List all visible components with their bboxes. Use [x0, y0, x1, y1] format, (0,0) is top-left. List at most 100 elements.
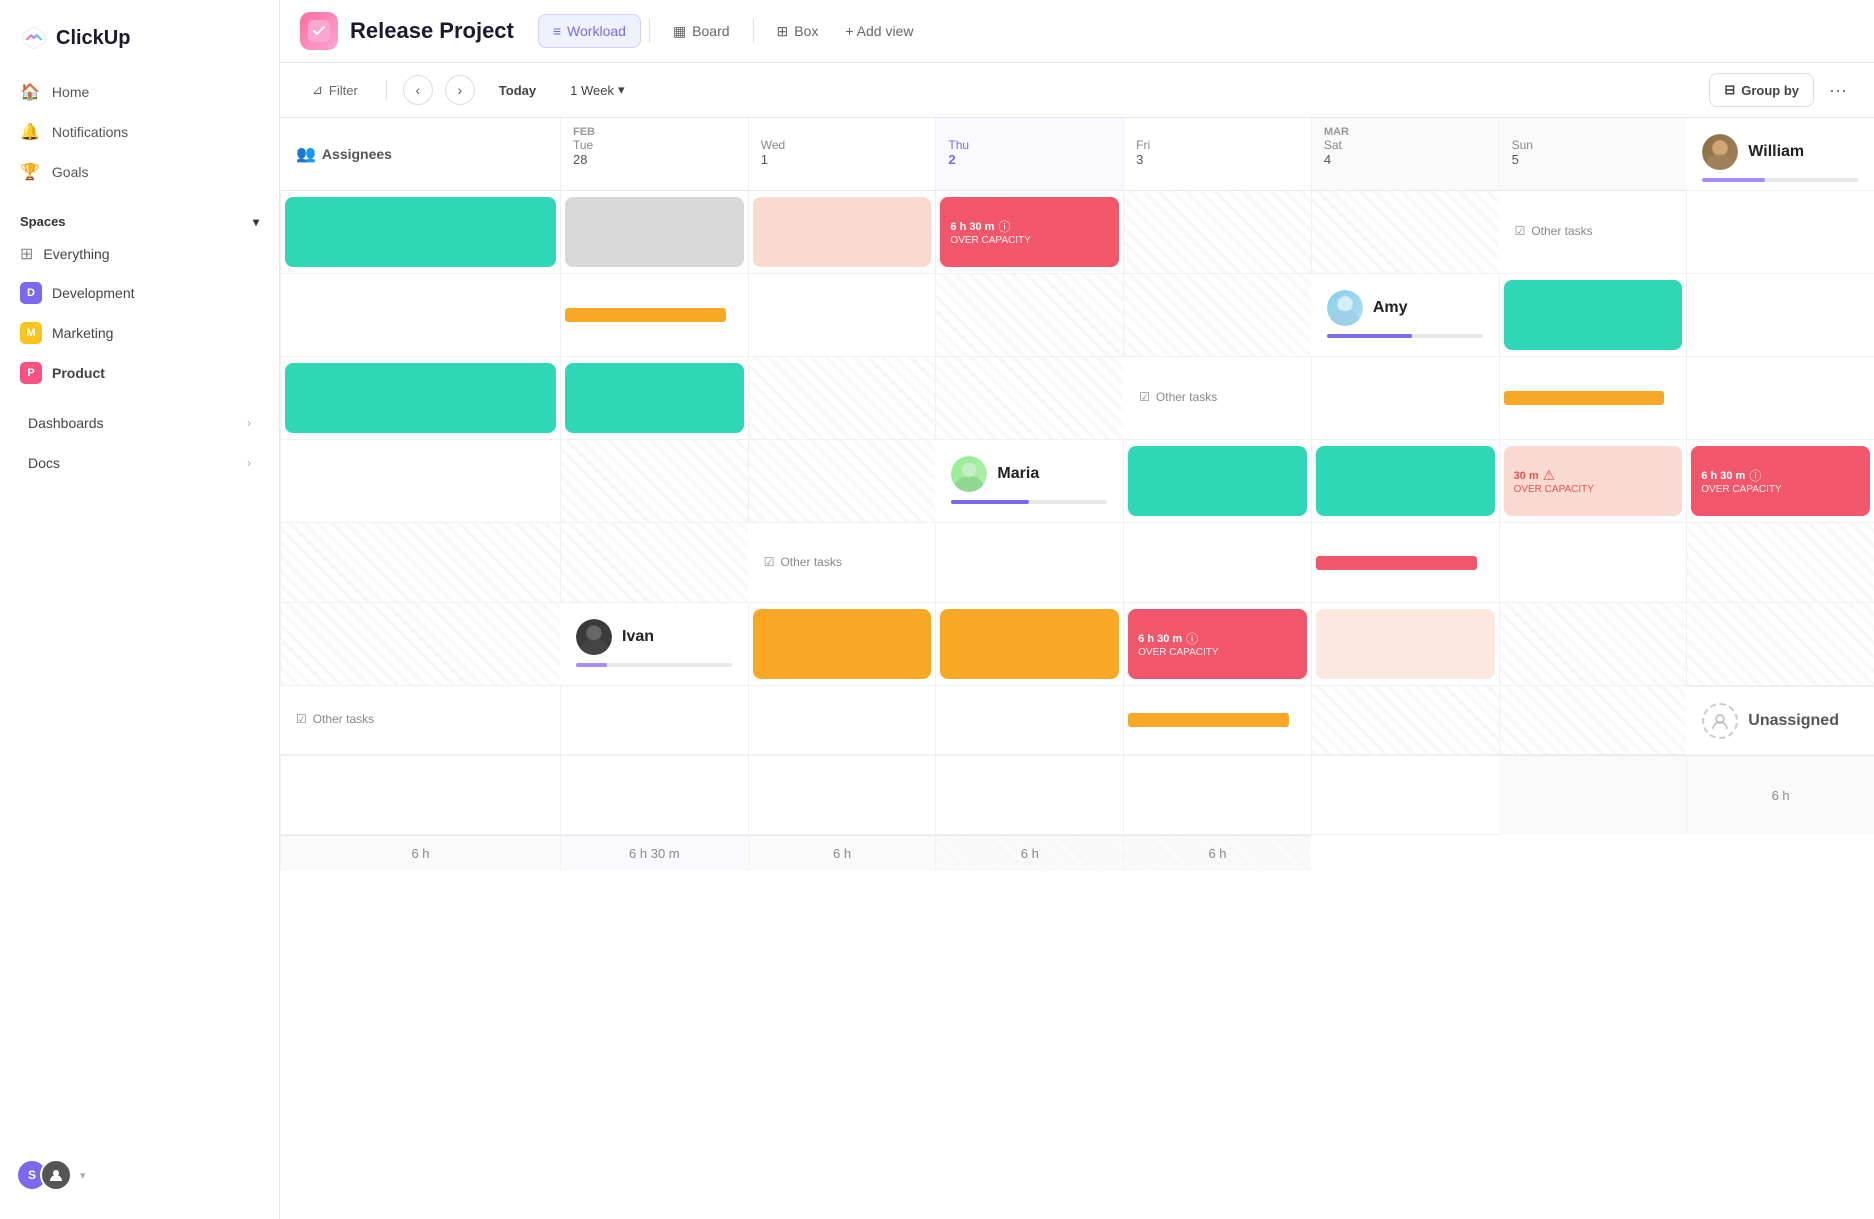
logo[interactable]: ClickUp: [0, 16, 279, 72]
spaces-label: Spaces: [20, 214, 66, 229]
group-by-icon: ⊟: [1724, 82, 1735, 98]
today-label: Today: [499, 83, 536, 98]
development-icon: D: [20, 282, 42, 304]
chevron-down-icon: ▾: [253, 215, 259, 229]
workload-grid: 👥 Assignees Feb Tue 28 Wed 1 Thu 2 Fri: [280, 118, 1874, 871]
other-tasks-maria: ☑ Other tasks: [748, 523, 936, 603]
nav-notifications[interactable]: 🔔 Notifications: [8, 112, 271, 152]
cell-ivan-sat: [1499, 603, 1687, 686]
other-task-cell-maria-tue: [935, 523, 1123, 603]
trophy-icon: 🏆: [20, 162, 40, 182]
workload-container[interactable]: 👥 Assignees Feb Tue 28 Wed 1 Thu 2 Fri: [280, 118, 1874, 1219]
footer-cell-sun: 6 h: [1123, 835, 1311, 871]
cell-ivan-fri: [1311, 603, 1499, 686]
block-ivan-thu: 6 h 30 m ⓘ OVER CAPACITY: [1128, 609, 1307, 679]
cell-unassigned-fri: [935, 755, 1123, 835]
board-icon: ▦: [673, 23, 686, 40]
other-task-cell-ivan-sat: [1311, 686, 1499, 755]
box-label: Box: [794, 23, 818, 39]
chevron-right-icon: ›: [247, 456, 251, 470]
today-button[interactable]: Today: [487, 77, 548, 104]
sidebar-item-marketing[interactable]: M Marketing: [8, 313, 271, 353]
person-name-maria: Maria: [997, 465, 1039, 483]
month-empty-4: [1512, 126, 1675, 138]
topbar: Release Project ≡ Workload ▦ Board ⊞ Box…: [280, 0, 1874, 63]
nav-goals[interactable]: 🏆 Goals: [8, 152, 271, 192]
docs-item[interactable]: Docs ›: [16, 445, 263, 481]
unassigned-cell: Unassigned: [1686, 686, 1874, 755]
home-icon: 🏠: [20, 82, 40, 102]
day-name-fri: Fri: [1136, 138, 1299, 152]
other-task-cell-amy-wed: [1499, 357, 1687, 440]
other-tasks-check-icon-amy: ☑: [1139, 390, 1150, 404]
block-william-thu: [753, 197, 932, 267]
spaces-header[interactable]: Spaces ▾: [8, 208, 271, 235]
filter-icon: ⊿: [312, 82, 323, 98]
tab-workload[interactable]: ≡ Workload: [538, 14, 641, 48]
other-task-cell-ivan-fri: [1123, 686, 1311, 755]
cell-unassigned-wed: [560, 755, 748, 835]
other-task-cell-maria-thu: [1311, 523, 1499, 603]
sidebar-bottom: S ▾: [0, 1147, 279, 1203]
dashboards-item[interactable]: Dashboards ›: [16, 405, 263, 441]
project-icon: [300, 12, 338, 50]
block-maria-wed: [1316, 446, 1495, 516]
cell-amy-fri: [560, 357, 748, 440]
next-button[interactable]: ›: [445, 75, 475, 105]
info-icon: ⓘ: [998, 218, 1010, 235]
cell-amy-tue: [1499, 274, 1687, 357]
marketing-icon: M: [20, 322, 42, 344]
nav-home[interactable]: 🏠 Home: [8, 72, 271, 112]
cell-maria-thu: 30 m ⚠ OVER CAPACITY: [1499, 440, 1687, 523]
person-cell-maria: Maria: [935, 440, 1123, 523]
prev-button[interactable]: ‹: [403, 75, 433, 105]
project-title: Release Project: [350, 18, 514, 44]
sidebar-item-product[interactable]: P Product: [8, 353, 271, 393]
avatar-ivan: [576, 619, 612, 655]
app-name: ClickUp: [56, 27, 130, 50]
block-ivan-tue: [753, 609, 932, 679]
month-empty-1: [761, 126, 924, 138]
more-options-button[interactable]: ···: [1822, 74, 1854, 106]
header-day-thu: Thu 2: [935, 118, 1123, 191]
cell-ivan-thu: 6 h 30 m ⓘ OVER CAPACITY: [1123, 603, 1311, 686]
month-empty-2: [948, 126, 1111, 138]
bar-container-amy: [1327, 334, 1483, 338]
other-tasks-label-maria: Other tasks: [780, 555, 841, 569]
other-task-cell-william-sun: [1123, 274, 1311, 357]
filter-button[interactable]: ⊿ Filter: [300, 76, 370, 104]
month-feb: Feb: [573, 126, 736, 138]
avatar-maria: [951, 456, 987, 492]
toolbar-separator: [386, 80, 387, 100]
cell-ivan-sun: [1686, 603, 1874, 686]
cell-maria-sun: [560, 523, 748, 603]
other-tasks-label-amy: Other tasks: [1156, 390, 1217, 404]
cell-william-sun: [1311, 191, 1499, 274]
capacity-text-maria-thu: 30 m: [1514, 470, 1539, 482]
other-task-cell-amy-fri: [280, 440, 560, 523]
add-view-button[interactable]: + Add view: [833, 15, 925, 47]
other-tasks-william: ☑ Other tasks: [1499, 191, 1687, 274]
chevron-right-icon: ›: [247, 416, 251, 430]
tab-box[interactable]: ⊞ Box: [762, 14, 834, 49]
other-task-cell-ivan-wed: [748, 686, 936, 755]
nav-goals-label: Goals: [52, 164, 89, 180]
other-task-cell-maria-sat: [1686, 523, 1874, 603]
week-selector[interactable]: 1 Week ▾: [560, 76, 634, 104]
person-name-amy: Amy: [1373, 299, 1408, 317]
person-cell-william: William: [1686, 118, 1874, 191]
cell-william-sat: [1123, 191, 1311, 274]
sidebar-item-development[interactable]: D Development: [8, 273, 271, 313]
mini-block-ivan-fri: [1128, 713, 1289, 727]
other-tasks-label-william: Other tasks: [1531, 224, 1592, 238]
other-task-cell-amy-sat: [560, 440, 748, 523]
tab-board[interactable]: ▦ Board: [658, 14, 745, 49]
over-text-william-fri: OVER CAPACITY: [950, 235, 1030, 246]
day-num-4: 4: [1324, 152, 1487, 167]
group-by-button[interactable]: ⊟ Group by: [1709, 73, 1814, 107]
sidebar: ClickUp 🏠 Home 🔔 Notifications 🏆 Goals S…: [0, 0, 280, 1219]
person-cell-ivan: Ivan: [560, 603, 748, 686]
add-view-label: + Add view: [845, 23, 913, 39]
sidebar-item-everything[interactable]: ⊞ Everything: [8, 235, 271, 273]
main-content: Release Project ≡ Workload ▦ Board ⊞ Box…: [280, 0, 1874, 1219]
